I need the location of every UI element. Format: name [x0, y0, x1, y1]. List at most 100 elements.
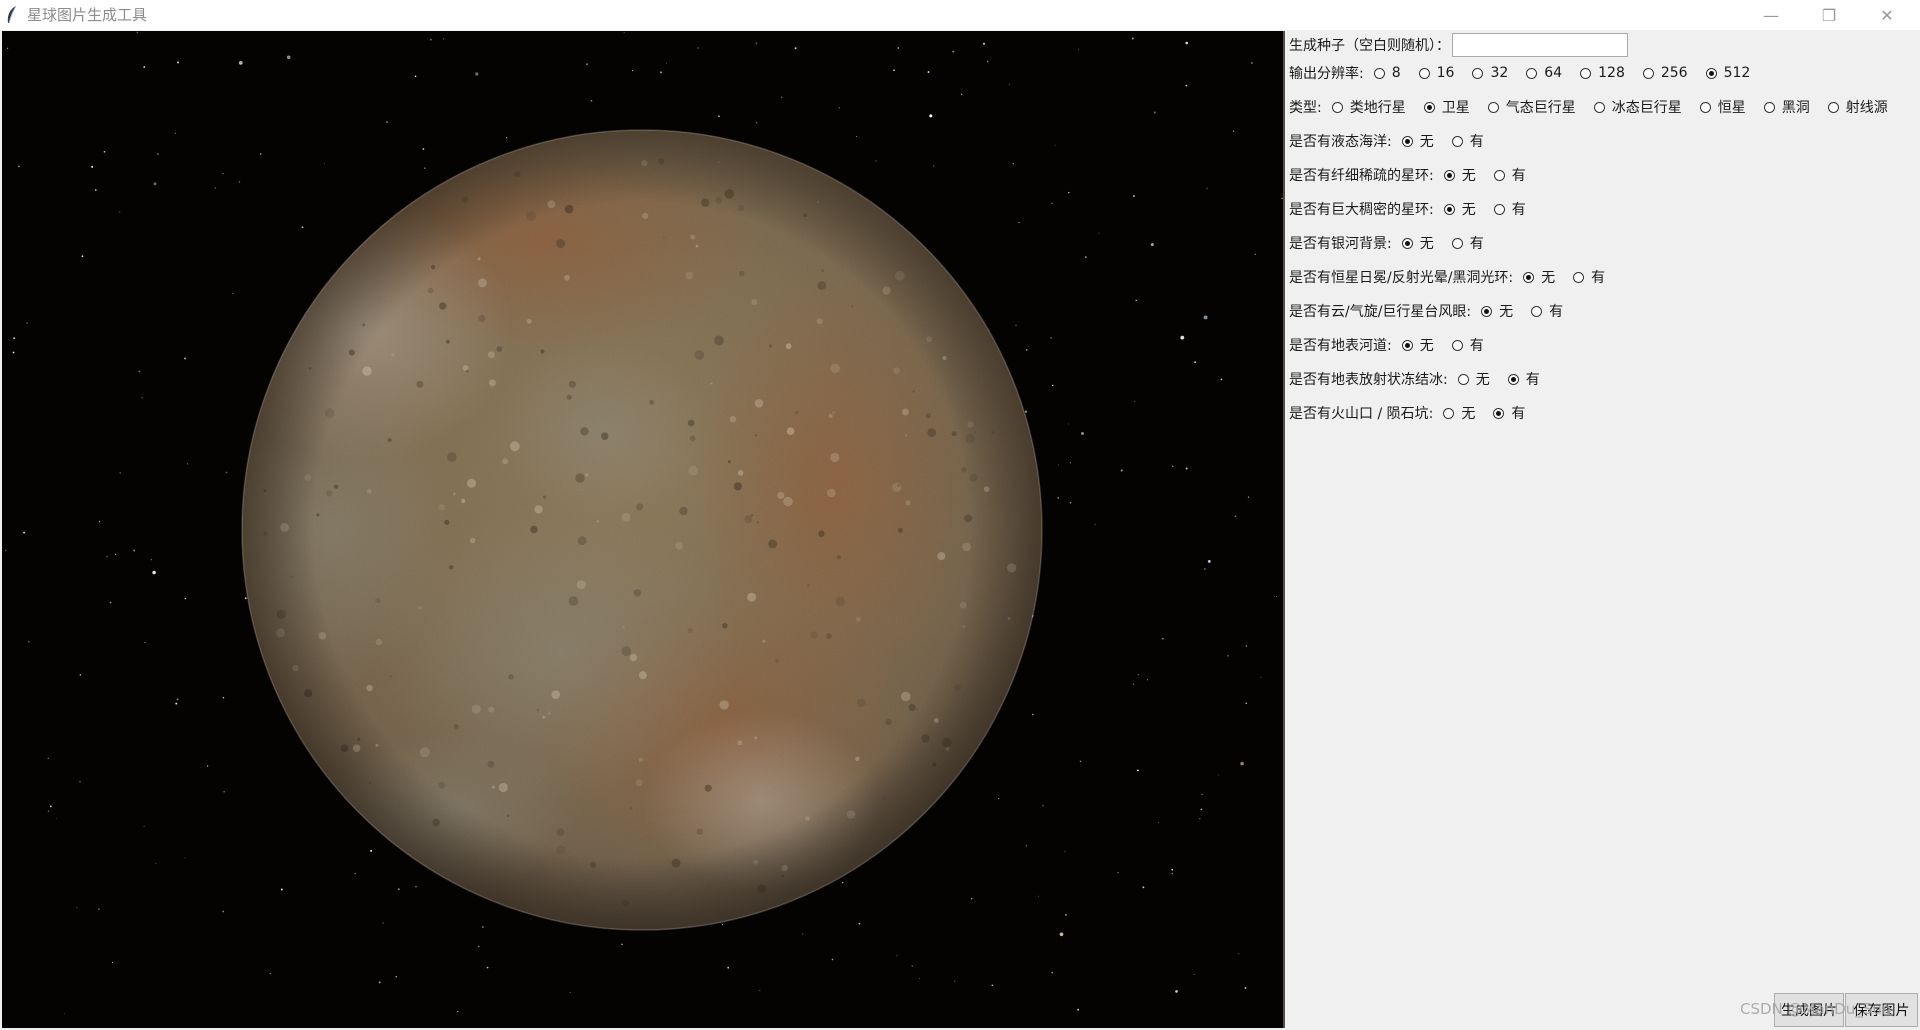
planet-type-option-7[interactable]: 射线源	[1827, 97, 1888, 117]
radio-icon[interactable]	[1331, 101, 1343, 113]
option-no[interactable]: 无	[1401, 233, 1434, 253]
radio-icon[interactable]	[1401, 237, 1413, 249]
resolution-option-32[interactable]: 32	[1472, 65, 1508, 81]
radio-icon[interactable]	[1451, 135, 1463, 147]
star	[176, 698, 179, 701]
option-yes[interactable]: 有	[1493, 403, 1525, 423]
restore-button[interactable]: ❐	[1800, 0, 1858, 30]
resolution-option-512[interactable]: 512	[1705, 65, 1750, 81]
option-yes[interactable]: 有	[1507, 369, 1540, 389]
seed-input[interactable]	[1452, 33, 1628, 57]
resolution-option-128[interactable]: 128	[1580, 65, 1625, 81]
option-no[interactable]: 无	[1401, 131, 1434, 151]
radio-icon[interactable]	[1493, 407, 1505, 419]
radio-icon[interactable]	[1580, 67, 1592, 79]
radio-icon[interactable]	[1373, 67, 1385, 79]
star	[397, 888, 400, 891]
feature-toggle-row: 是否有巨大稠密的星环: 无 有	[1289, 197, 1544, 221]
radio-icon[interactable]	[1699, 101, 1711, 113]
resolution-option-8[interactable]: 8	[1373, 65, 1401, 81]
star	[144, 641, 146, 644]
planet-type-option-6[interactable]: 黑洞	[1763, 97, 1810, 117]
resolution-option-16[interactable]: 16	[1418, 65, 1454, 81]
radio-icon[interactable]	[1493, 203, 1505, 215]
radio-icon[interactable]	[1472, 67, 1484, 79]
radio-icon[interactable]	[1457, 373, 1469, 385]
star	[621, 943, 623, 946]
option-no[interactable]: 无	[1443, 199, 1476, 219]
star	[927, 71, 930, 73]
planet-type-option-2[interactable]: 卫星	[1423, 97, 1470, 117]
radio-icon[interactable]	[1443, 169, 1455, 181]
radio-icon[interactable]	[1523, 271, 1535, 283]
minimize-button[interactable]: —	[1742, 0, 1800, 30]
generate-image-button[interactable]: 生成图片	[1774, 993, 1844, 1027]
star	[1051, 384, 1054, 387]
radio-icon[interactable]	[1451, 339, 1463, 351]
radio-icon[interactable]	[1443, 203, 1455, 215]
star	[1024, 410, 1028, 413]
option-no[interactable]: 无	[1457, 369, 1490, 389]
star	[177, 61, 179, 64]
feature-toggle-row: 是否有地表河道: 无 有	[1289, 333, 1502, 357]
option-yes[interactable]: 有	[1531, 301, 1563, 321]
option-yes[interactable]: 有	[1451, 131, 1484, 151]
resolution-option-64[interactable]: 64	[1526, 65, 1562, 81]
star	[119, 211, 121, 213]
radio-icon[interactable]	[1642, 67, 1654, 79]
option-yes[interactable]: 有	[1451, 233, 1484, 253]
star	[269, 973, 271, 975]
radio-icon[interactable]	[1531, 305, 1543, 317]
radio-icon[interactable]	[1481, 305, 1493, 317]
feature-toggle-label: 是否有巨大稠密的星环:	[1289, 202, 1434, 218]
radio-icon[interactable]	[1451, 237, 1463, 249]
star	[457, 1010, 459, 1013]
radio-label: 有	[1591, 270, 1606, 286]
star	[143, 66, 146, 68]
option-no[interactable]: 无	[1523, 267, 1555, 287]
planet-type-option-5[interactable]: 恒星	[1699, 97, 1746, 117]
radio-icon[interactable]	[1593, 101, 1605, 113]
radio-icon[interactable]	[1487, 101, 1499, 113]
option-yes[interactable]: 有	[1451, 335, 1484, 355]
option-yes[interactable]: 有	[1573, 267, 1605, 287]
option-no[interactable]: 无	[1481, 301, 1513, 321]
radio-icon[interactable]	[1443, 407, 1455, 419]
option-yes[interactable]: 有	[1493, 199, 1526, 219]
radio-icon[interactable]	[1418, 67, 1430, 79]
radio-icon[interactable]	[1573, 271, 1585, 283]
radio-icon[interactable]	[1507, 373, 1519, 385]
star	[184, 597, 187, 600]
star	[222, 910, 225, 913]
close-button[interactable]: ✕	[1858, 0, 1916, 30]
radio-icon[interactable]	[1423, 101, 1435, 113]
star	[1068, 191, 1070, 194]
save-image-button[interactable]: 保存图片	[1845, 993, 1918, 1027]
resolution-option-256[interactable]: 256	[1642, 65, 1688, 81]
radio-icon[interactable]	[1401, 135, 1413, 147]
option-no[interactable]: 无	[1401, 335, 1434, 355]
radio-icon[interactable]	[1493, 169, 1505, 181]
radio-icon[interactable]	[1763, 101, 1775, 113]
star	[244, 597, 247, 600]
star	[666, 62, 667, 64]
option-no[interactable]: 无	[1443, 403, 1475, 423]
star	[530, 918, 532, 920]
planet-type-option-3[interactable]: 气态巨行星	[1487, 97, 1576, 117]
radio-label: 32	[1490, 65, 1509, 81]
option-no[interactable]: 无	[1443, 165, 1476, 185]
star	[1135, 299, 1137, 301]
star	[286, 55, 291, 60]
radio-label: 无	[1419, 236, 1434, 252]
radio-icon[interactable]	[1827, 101, 1839, 113]
star	[952, 50, 955, 53]
radio-icon[interactable]	[1401, 339, 1413, 351]
option-yes[interactable]: 有	[1493, 165, 1526, 185]
radio-icon[interactable]	[1526, 67, 1538, 79]
star	[79, 781, 81, 783]
radio-label: 气态巨行星	[1505, 100, 1576, 116]
planet-type-option-1[interactable]: 类地行星	[1331, 97, 1406, 117]
radio-icon[interactable]	[1705, 67, 1717, 79]
planet-type-option-4[interactable]: 冰态巨行星	[1593, 97, 1682, 117]
star	[324, 163, 325, 164]
